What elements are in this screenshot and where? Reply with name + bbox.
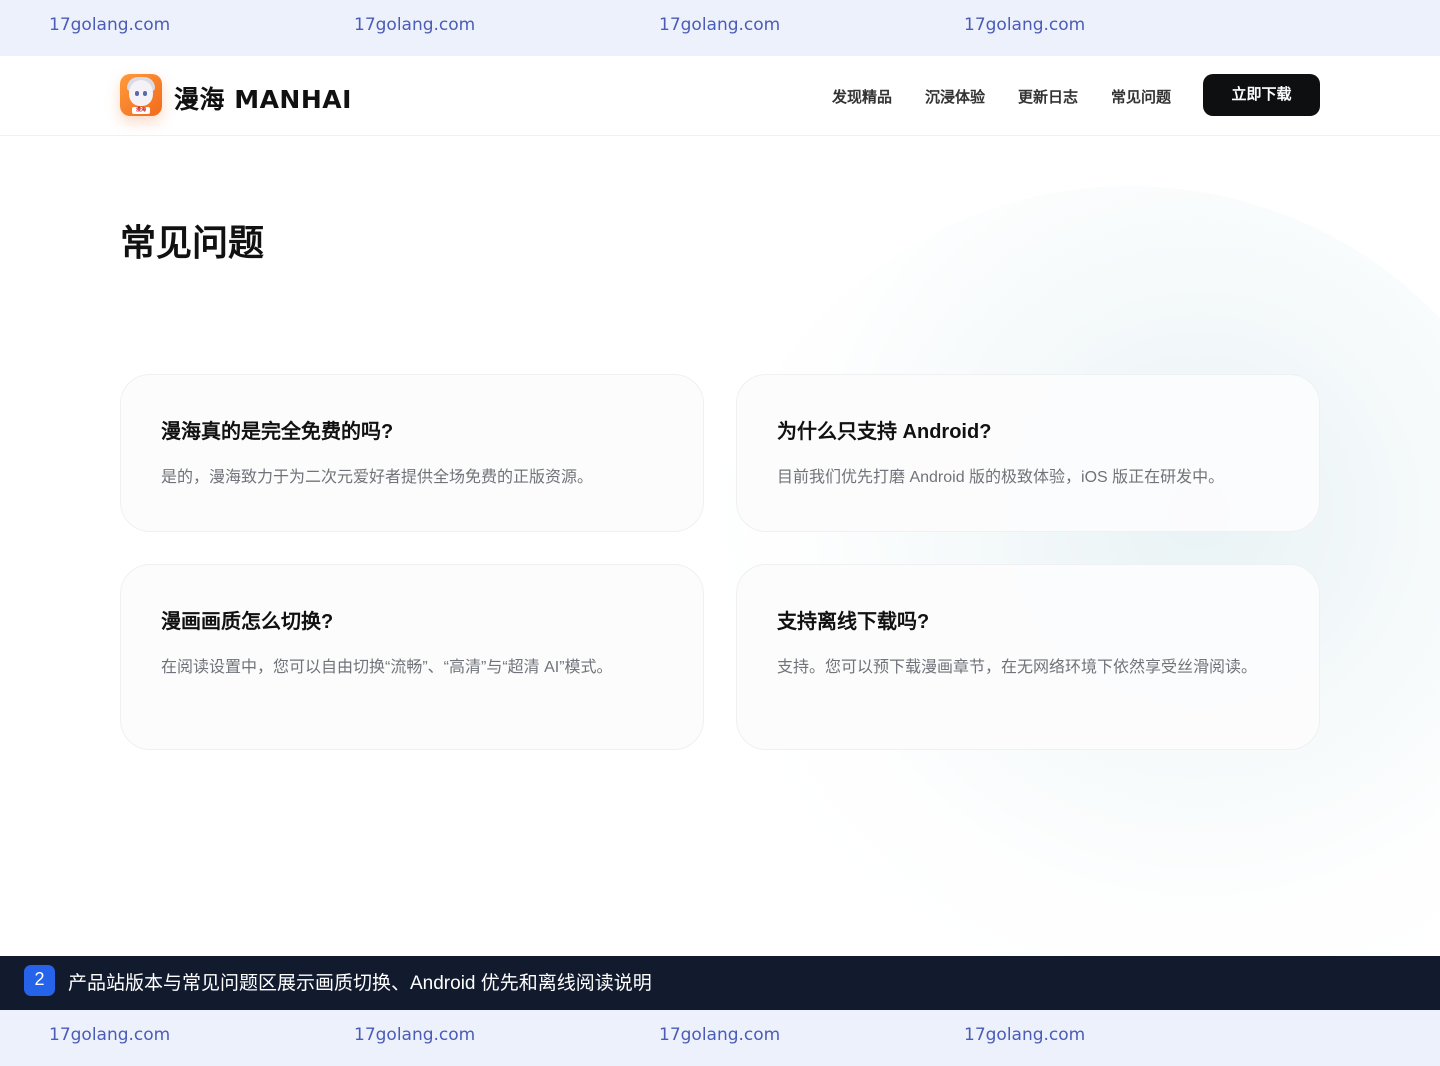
faq-answer: 支持。您可以预下载漫画章节，在无网络环境下依然享受丝滑阅读。 [777,659,1258,676]
watermark-text: 17golang.com [964,15,1086,35]
faq-answer: 是的，漫海致力于为二次元爱好者提供全场免费的正版资源。 [161,469,594,486]
website-viewport: 漫海 漫海 MANHAI 发现精品 沉浸体验 更新日志 常见问题 立即下载 常见… [0,56,1440,956]
watermark-text: 17golang.com [354,15,476,35]
watermark-bar-top: 17golang.com 17golang.com 17golang.com 1… [0,0,1440,56]
nav-immersive[interactable]: 沉浸体验 [925,86,985,107]
watermark-text: 17golang.com [659,1025,781,1045]
faq-answer: 在阅读设置中，您可以自由切换“流畅”、“高清”与“超清 AI”模式。 [161,659,613,676]
download-button[interactable]: 立即下载 [1203,74,1320,116]
watermark-bar-bottom: 17golang.com 17golang.com 17golang.com 1… [0,1010,1440,1066]
nav-discover[interactable]: 发现精品 [832,86,892,107]
faq-question: 漫海真的是完全免费的吗? [161,421,394,443]
nav-faq[interactable]: 常见问题 [1111,86,1171,107]
faq-card: 漫海真的是完全免费的吗? 是的，漫海致力于为二次元爱好者提供全场免费的正版资源。 [120,374,704,532]
watermark-text: 17golang.com [964,1025,1086,1045]
nav-changelog[interactable]: 更新日志 [1018,86,1078,107]
caption-step-badge: 2 [24,965,55,996]
caption-bar: 2 产品站版本与常见问题区展示画质切换、Android 优先和离线阅读说明 [0,956,1440,1010]
faq-question: 支持离线下载吗? [777,611,930,633]
faq-answer: 目前我们优先打磨 Android 版的极致体验，iOS 版正在研发中。 [777,469,1225,486]
watermark-text: 17golang.com [659,15,781,35]
logo-badge-text: 漫海 [132,107,150,114]
watermark-text: 17golang.com [49,15,171,35]
faq-card: 支持离线下载吗? 支持。您可以预下载漫画章节，在无网络环境下依然享受丝滑阅读。 [736,564,1320,750]
faq-question: 为什么只支持 Android? [777,421,992,443]
watermark-text: 17golang.com [354,1025,476,1045]
caption-text: 产品站版本与常见问题区展示画质切换、Android 优先和离线阅读说明 [68,973,652,994]
app-logo-icon[interactable]: 漫海 [120,74,162,116]
faq-question: 漫画画质怎么切换? [161,611,334,633]
watermark-text: 17golang.com [49,1025,171,1045]
faq-card: 为什么只支持 Android? 目前我们优先打磨 Android 版的极致体验，… [736,374,1320,532]
faq-card: 漫画画质怎么切换? 在阅读设置中，您可以自由切换“流畅”、“高清”与“超清 AI… [120,564,704,750]
brand-name[interactable]: 漫海 MANHAI [174,80,352,116]
faq-title: 常见问题 [120,222,265,263]
site-header: 漫海 漫海 MANHAI 发现精品 沉浸体验 更新日志 常见问题 立即下载 [0,56,1440,136]
